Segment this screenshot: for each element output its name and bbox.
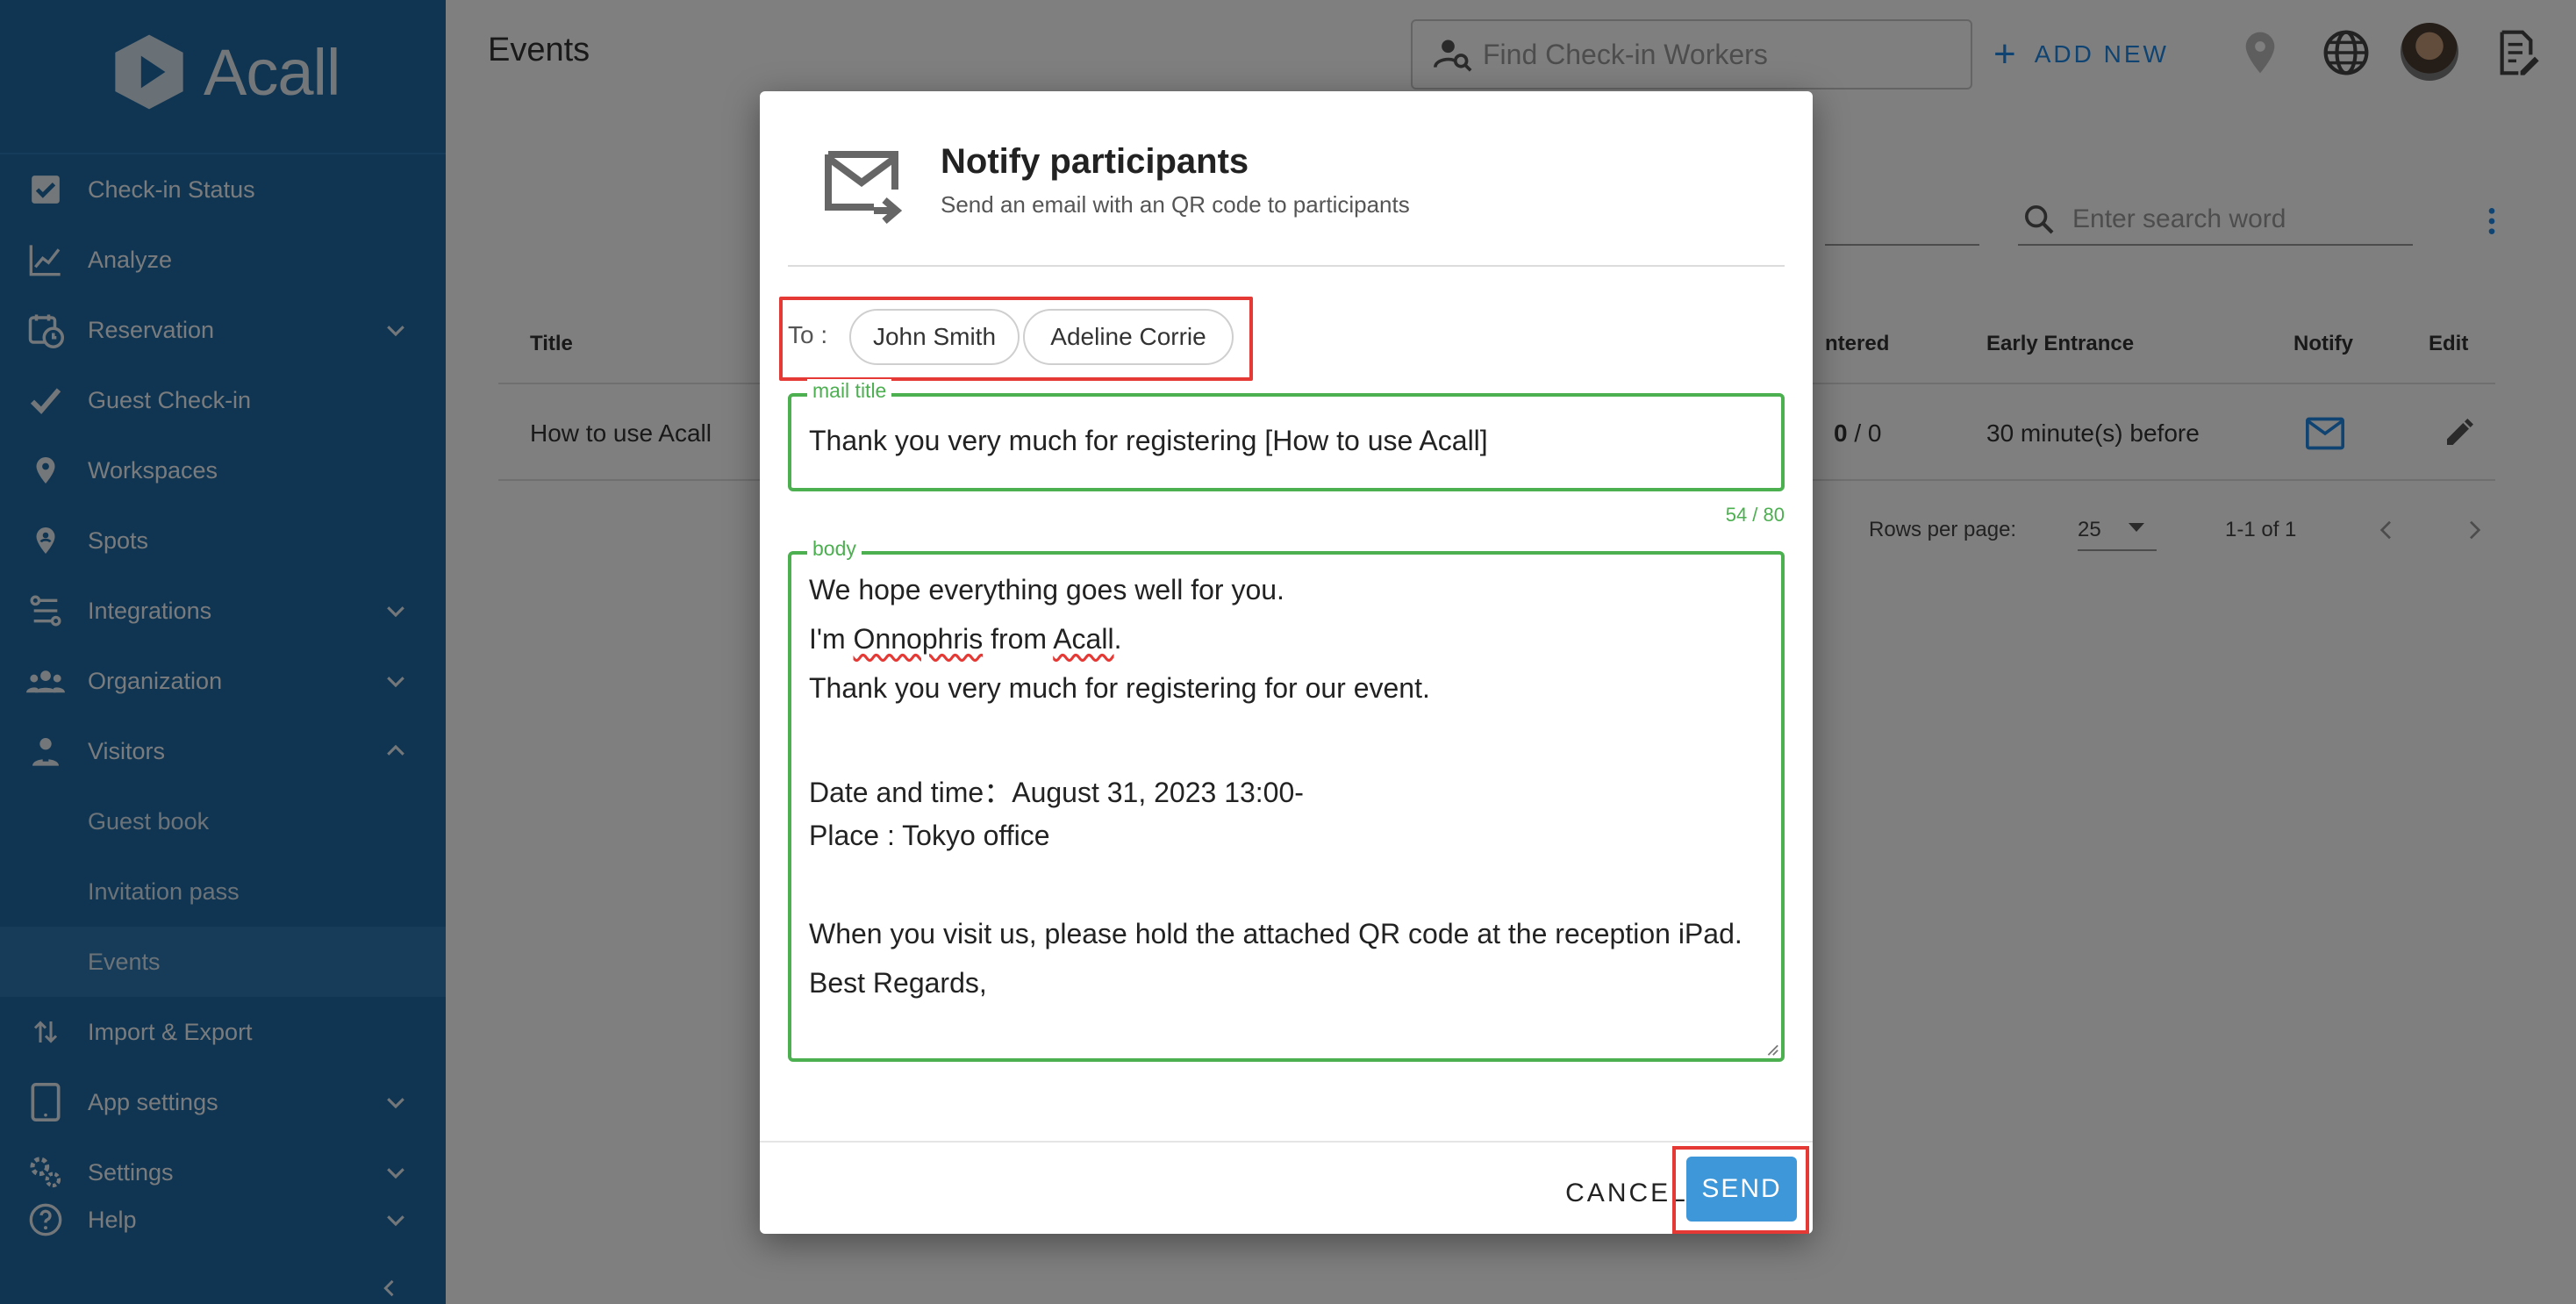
- body-text: from: [983, 623, 1054, 655]
- body-line: Best Regards,: [809, 967, 987, 999]
- body-text: I'm: [809, 623, 854, 655]
- dialog-footer-divider: [760, 1141, 1813, 1143]
- body-text: .: [1113, 623, 1122, 655]
- recipient-chip[interactable]: Adeline Corrie: [1023, 309, 1234, 365]
- notify-participants-dialog: Notify participants Send an email with a…: [760, 91, 1813, 1234]
- dialog-title: Notify participants: [941, 142, 1249, 181]
- body-label: body: [807, 537, 862, 561]
- mail-send-icon: [825, 151, 903, 225]
- body-field[interactable]: body We hope everything goes well for yo…: [788, 537, 1785, 1062]
- send-button[interactable]: SEND: [1686, 1157, 1797, 1222]
- character-counter: 54 / 80: [1725, 504, 1785, 526]
- to-label: To :: [788, 321, 828, 348]
- misspelled-word: Onnophris: [853, 623, 984, 655]
- resize-handle-icon[interactable]: [1764, 1041, 1779, 1057]
- mail-title-label: mail title: [807, 379, 892, 403]
- dialog-divider: [788, 265, 1785, 267]
- mail-title-input[interactable]: Thank you very much for registering [How…: [809, 425, 1488, 457]
- misspelled-word: Acall: [1053, 623, 1114, 655]
- dialog-subtitle: Send an email with an QR code to partici…: [941, 191, 1410, 218]
- recipient-chip[interactable]: John Smith: [849, 309, 1020, 365]
- body-line: When you visit us, please hold the attac…: [809, 918, 1742, 949]
- body-line: Place : Tokyo office: [809, 820, 1050, 851]
- body-line: Thank you very much for registering for …: [809, 672, 1430, 704]
- mail-title-field[interactable]: mail title Thank you very much for regis…: [788, 379, 1785, 491]
- body-line: We hope everything goes well for you.: [809, 574, 1284, 605]
- body-line: Date and time：August 31, 2023 13:00-: [809, 777, 1304, 808]
- body-line: I'm Onnophris from Acall.: [809, 623, 1121, 656]
